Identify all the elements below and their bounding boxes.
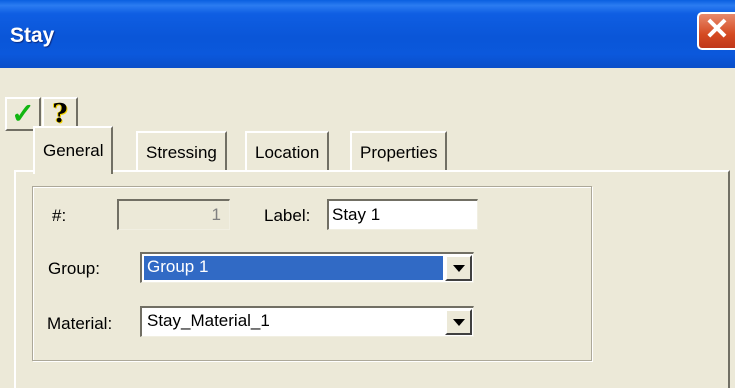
window-title: Stay — [10, 24, 55, 47]
tab-location[interactable]: Location — [245, 131, 330, 171]
tab-general[interactable]: General — [33, 126, 114, 174]
close-button[interactable]: ✕ — [697, 12, 735, 50]
tab-general-label: General — [43, 141, 104, 160]
tab-properties[interactable]: Properties — [350, 131, 448, 171]
close-icon: ✕ — [704, 13, 730, 46]
question-icon: ? — [52, 99, 68, 129]
tab-location-label: Location — [255, 143, 320, 162]
tab-stressing-label: Stressing — [146, 143, 217, 162]
title-bar: Stay ✕ — [0, 0, 735, 68]
tab-stressing[interactable]: Stressing — [136, 131, 227, 171]
tab-properties-label: Properties — [360, 143, 438, 162]
tab-panel — [14, 170, 730, 388]
check-icon: ✓ — [11, 98, 35, 129]
